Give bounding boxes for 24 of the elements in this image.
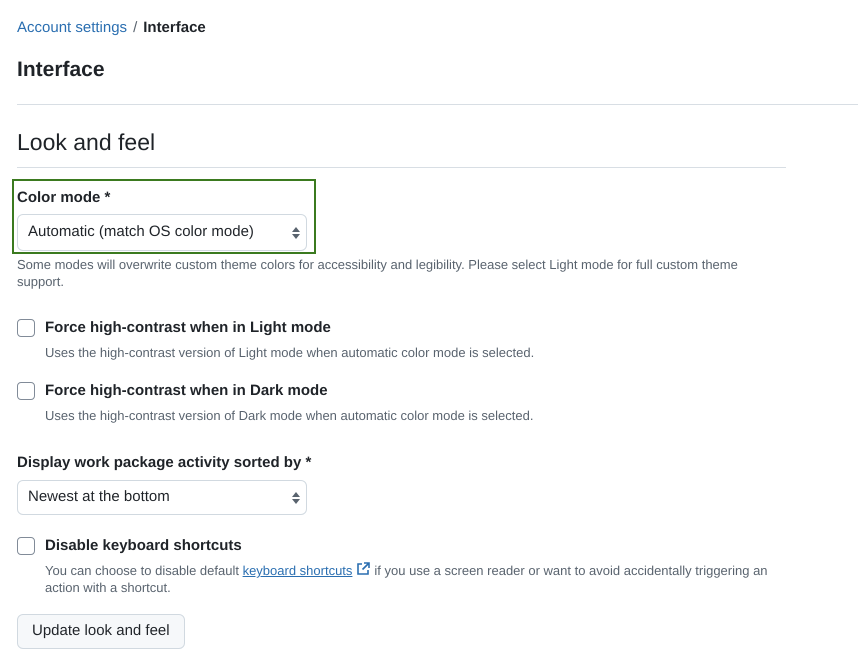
section-title: Look and feel xyxy=(17,128,156,157)
checkbox[interactable] xyxy=(17,382,35,400)
page-title: Interface xyxy=(17,58,106,82)
up-down-caret-icon xyxy=(292,226,300,238)
field-label: Display work package activity sorted by * xyxy=(17,453,312,473)
checkbox-description: Uses the high-contrast version of Light mode when automatic color mode is selected. xyxy=(45,344,534,361)
checkbox-label[interactable]: Force high-contrast when in Light mode xyxy=(45,318,534,338)
help-text: Some modes will overwrite custom theme colors for accessibility and legibility. Please select Light mode for full custom theme support. xyxy=(17,256,739,290)
sort-order-select[interactable]: Newest at the bottom xyxy=(17,480,307,515)
keyboard-shortcuts-link[interactable]: keyboard shortcuts xyxy=(242,563,352,578)
checkbox[interactable] xyxy=(17,537,35,555)
checkbox[interactable] xyxy=(17,319,35,337)
field-label: Color mode * xyxy=(17,188,112,208)
update-button[interactable]: Update look and feel xyxy=(17,614,185,649)
checkbox-description: You can choose to disable default keyboard shortcuts if you use a screen reader or want to avoid accidentally triggering an action with a shortcut. xyxy=(45,562,769,596)
breadcrumb-separator: / xyxy=(133,18,138,38)
external-link-icon xyxy=(356,562,370,576)
checkbox-description: Uses the high-contrast version of Dark mode when automatic color mode is selected. xyxy=(45,407,534,424)
color-mode-select[interactable]: Automatic (match OS color mode) xyxy=(17,214,307,251)
checkbox-label[interactable]: Disable keyboard shortcuts xyxy=(45,536,786,556)
checkbox-label[interactable]: Force high-contrast when in Dark mode xyxy=(45,381,534,401)
up-down-caret-icon xyxy=(292,492,300,504)
breadcrumb-link[interactable]: Account settings xyxy=(17,18,128,38)
breadcrumb-current: Interface xyxy=(143,18,206,38)
